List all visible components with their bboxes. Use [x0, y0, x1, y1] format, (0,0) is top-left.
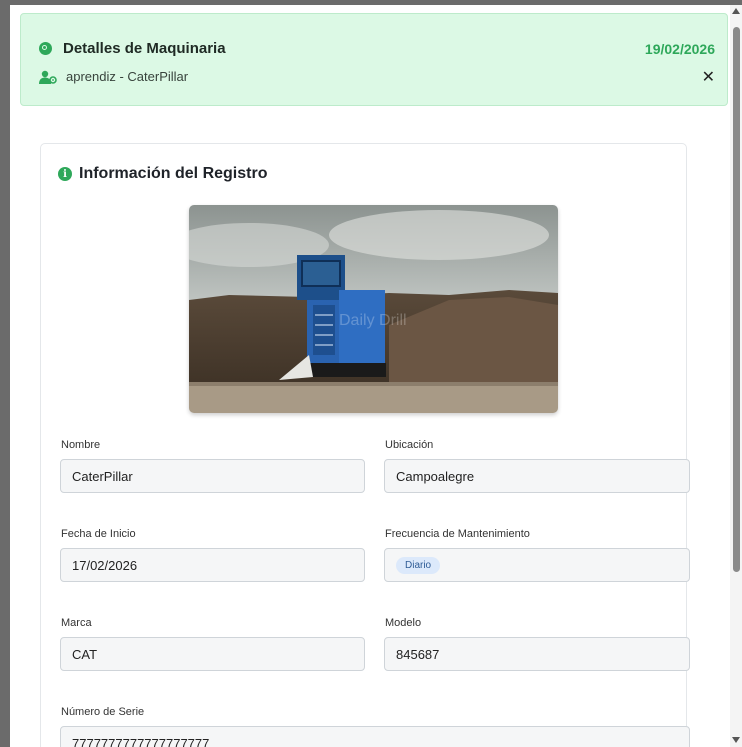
serie-value: 7777777777777777777 — [72, 735, 210, 747]
user-cog-icon — [39, 70, 57, 84]
header-date: 19/02/2026 — [644, 41, 715, 57]
nombre-field[interactable]: CaterPillar — [60, 459, 365, 493]
close-icon[interactable]: ✕ — [702, 67, 715, 87]
label-modelo: Modelo — [385, 617, 422, 629]
ubicacion-field[interactable]: Campoalegre — [384, 459, 690, 493]
marca-value: CAT — [72, 646, 98, 662]
record-info-card: i Información del Registro Daily Drill N… — [40, 143, 690, 747]
scroll-thumb[interactable] — [733, 27, 740, 572]
frecuencia-badge: Diario — [396, 556, 441, 574]
modal-header: Detalles de Maquinaria 19/02/2026 aprend… — [20, 13, 728, 106]
label-serie: Número de Serie — [61, 706, 145, 718]
section-title-row: i Información del Registro — [58, 165, 267, 183]
scroll-down-icon[interactable] — [732, 737, 740, 743]
label-marca: Marca — [61, 617, 92, 629]
header-user: aprendiz - CaterPillar — [66, 69, 189, 84]
machinery-details-modal: Detalles de Maquinaria 19/02/2026 aprend… — [10, 5, 742, 747]
frecuencia-field[interactable]: Diario — [384, 548, 690, 582]
modelo-field[interactable]: 845687 — [384, 637, 690, 671]
photo-watermark: Daily Drill — [339, 312, 407, 329]
info-circle-icon: i — [58, 167, 72, 181]
nombre-value: CaterPillar — [72, 468, 133, 484]
section-title: Información del Registro — [79, 165, 268, 182]
header-title-row: Detalles de Maquinaria — [39, 40, 226, 57]
fecha-field[interactable]: 17/02/2026 — [60, 548, 365, 582]
vertical-scrollbar[interactable] — [730, 5, 742, 747]
ubicacion-value: Campoalegre — [396, 468, 475, 484]
modelo-value: 845687 — [396, 646, 440, 662]
scroll-up-icon[interactable] — [732, 8, 740, 14]
fecha-value: 17/02/2026 — [72, 557, 138, 573]
modal-title: Detalles de Maquinaria — [63, 40, 226, 57]
header-user-row: aprendiz - CaterPillar — [39, 69, 188, 84]
label-nombre: Nombre — [61, 439, 101, 451]
marca-field[interactable]: CAT — [60, 637, 365, 671]
label-frecuencia: Frecuencia de Mantenimiento — [385, 528, 530, 540]
label-ubicacion: Ubicación — [385, 439, 434, 451]
circle-dot-icon — [39, 42, 52, 55]
label-fecha: Fecha de Inicio — [61, 528, 136, 540]
machinery-photo: Daily Drill — [189, 205, 558, 413]
serie-field[interactable]: 7777777777777777777 — [60, 726, 690, 747]
